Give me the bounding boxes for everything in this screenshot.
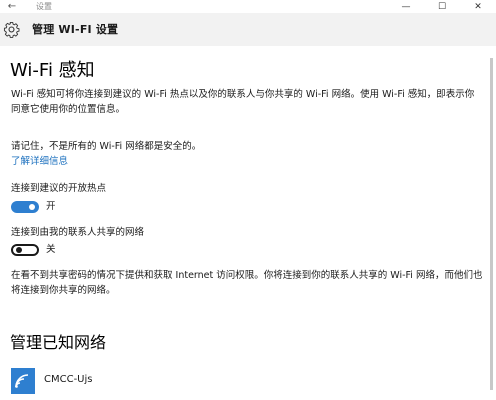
known-networks-heading: 管理已知网络 xyxy=(10,333,107,352)
window-controls: — ☐ ✕ xyxy=(388,0,496,13)
contacts-toggle[interactable] xyxy=(11,244,39,256)
back-button[interactable]: ← xyxy=(6,1,18,12)
toggle-knob xyxy=(16,247,22,253)
page-title: 管理 WI-FI 设置 xyxy=(32,23,119,36)
wifi-sense-description: Wi-Fi 感知可将你连接到建议的 Wi-Fi 热点以及你的联系人与你共享的 W… xyxy=(11,89,475,115)
hotspot-toggle[interactable] xyxy=(11,201,39,213)
wifi-sense-heading: Wi-Fi 感知 xyxy=(10,60,95,81)
scrollbar-thumb[interactable] xyxy=(490,58,493,390)
maximize-button[interactable]: ☐ xyxy=(424,0,460,13)
title-bar: ← 设置 — ☐ ✕ xyxy=(0,0,496,13)
hotspot-toggle-state: 开 xyxy=(46,201,56,212)
page-header: 管理 WI-FI 设置 xyxy=(0,13,496,46)
contacts-toggle-state: 关 xyxy=(46,244,56,255)
learn-more-link[interactable]: 了解详细信息 xyxy=(11,155,68,169)
toggle-knob xyxy=(29,204,35,210)
security-warning: 请记住，不是所有的 Wi-Fi 网络都是安全的。 xyxy=(11,141,202,152)
minimize-button[interactable]: — xyxy=(388,0,424,13)
network-name: CMCC-Ujs xyxy=(44,374,93,385)
app-title: 设置 xyxy=(36,2,52,11)
wifi-icon xyxy=(15,374,29,388)
hotspot-label: 连接到建议的开放热点 xyxy=(11,183,107,194)
close-button[interactable]: ✕ xyxy=(460,0,496,13)
sharing-note: 在看不到共享密码的情况下提供和获取 Internet 访问权限。你将连接到你的联… xyxy=(11,270,483,296)
contacts-label: 连接到由我的联系人共享的网络 xyxy=(11,227,145,238)
gear-icon xyxy=(3,21,20,38)
network-list-item[interactable]: CMCC-Ujs xyxy=(11,368,471,394)
wifi-tile xyxy=(11,368,35,394)
